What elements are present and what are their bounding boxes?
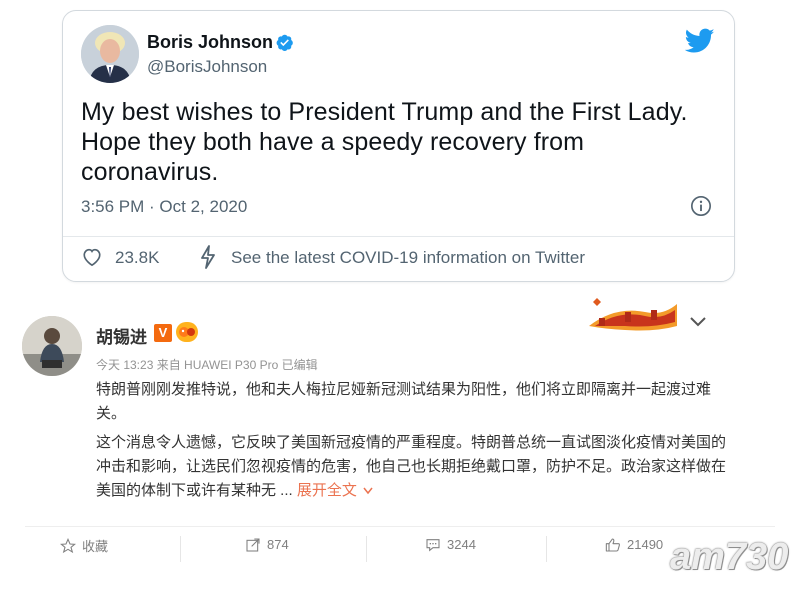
expand-full-text-link[interactable]: 展开全文 (297, 482, 373, 499)
tweet-timestamp[interactable]: 3:56 PM · Oct 2, 2020 (81, 197, 247, 217)
expand-label[interactable]: 展开全文 (297, 482, 357, 499)
watermark-logo: am730 (670, 536, 789, 578)
thumbs-up-icon (605, 538, 620, 552)
like-count[interactable]: 23.8K (115, 248, 159, 268)
repost-icon (246, 538, 260, 552)
tweet-card: Boris Johnson @BorisJohnson My best wish… (62, 10, 735, 282)
bolt-icon (201, 245, 215, 269)
tweet-text: My best wishes to President Trump and th… (81, 98, 688, 186)
chevron-down-icon[interactable] (690, 317, 706, 327)
weibo-paragraph: 这个消息令人遗憾，它反映了美国新冠疫情的严重程度。特朗普总统一直试图淡化疫情对美… (96, 431, 736, 503)
weibo-paragraph: 特朗普刚刚发推特说，他和夫人梅拉尼娅新冠测试结果为阳性，他们将立即隔离并一起渡过… (96, 381, 712, 422)
level-badge-icon[interactable] (176, 322, 198, 342)
tweet-author-handle[interactable]: @BorisJohnson (147, 57, 267, 77)
divider (180, 536, 181, 562)
star-icon (59, 537, 77, 553)
weibo-text: 特朗普刚刚发推特说，他和夫人梅拉尼娅新冠测试结果为阳性，他们将立即隔离并一起渡过… (96, 378, 736, 503)
divider (546, 536, 547, 562)
comment-count[interactable]: 3244 (447, 537, 476, 552)
comment-button[interactable]: 3244 (425, 536, 476, 553)
info-icon[interactable] (690, 195, 712, 217)
weibo-meta: 今天 13:23 来自 HUAWEI P30 Pro 已编辑 (96, 358, 318, 372)
great-wall-decoration (589, 298, 677, 331)
like-count[interactable]: 21490 (627, 537, 663, 552)
divider (25, 526, 775, 527)
chevron-down-icon[interactable] (363, 487, 373, 495)
avatar[interactable] (22, 316, 82, 376)
vip-badge[interactable]: V (154, 324, 172, 342)
verified-icon (276, 34, 293, 52)
repost-count[interactable]: 874 (267, 537, 289, 552)
favorite-label[interactable]: 收藏 (82, 539, 108, 554)
divider (63, 236, 734, 237)
heart-icon[interactable] (81, 247, 103, 267)
repost-button[interactable]: 874 (245, 536, 289, 553)
tweet-author-name[interactable]: Boris Johnson (147, 32, 273, 53)
covid-info-link[interactable]: See the latest COVID-19 information on T… (231, 248, 585, 268)
divider (366, 536, 367, 562)
weibo-author-name[interactable]: 胡锡进 (96, 323, 147, 348)
favorite-button[interactable]: 收藏 (59, 536, 108, 555)
comment-icon (426, 538, 440, 552)
weibo-paragraph-text: 这个消息令人遗憾，它反映了美国新冠疫情的严重程度。特朗普总统一直试图淡化疫情对美… (96, 434, 727, 499)
like-button[interactable]: 21490 (605, 536, 663, 553)
twitter-bird-icon[interactable] (685, 28, 715, 54)
avatar[interactable] (81, 25, 139, 83)
